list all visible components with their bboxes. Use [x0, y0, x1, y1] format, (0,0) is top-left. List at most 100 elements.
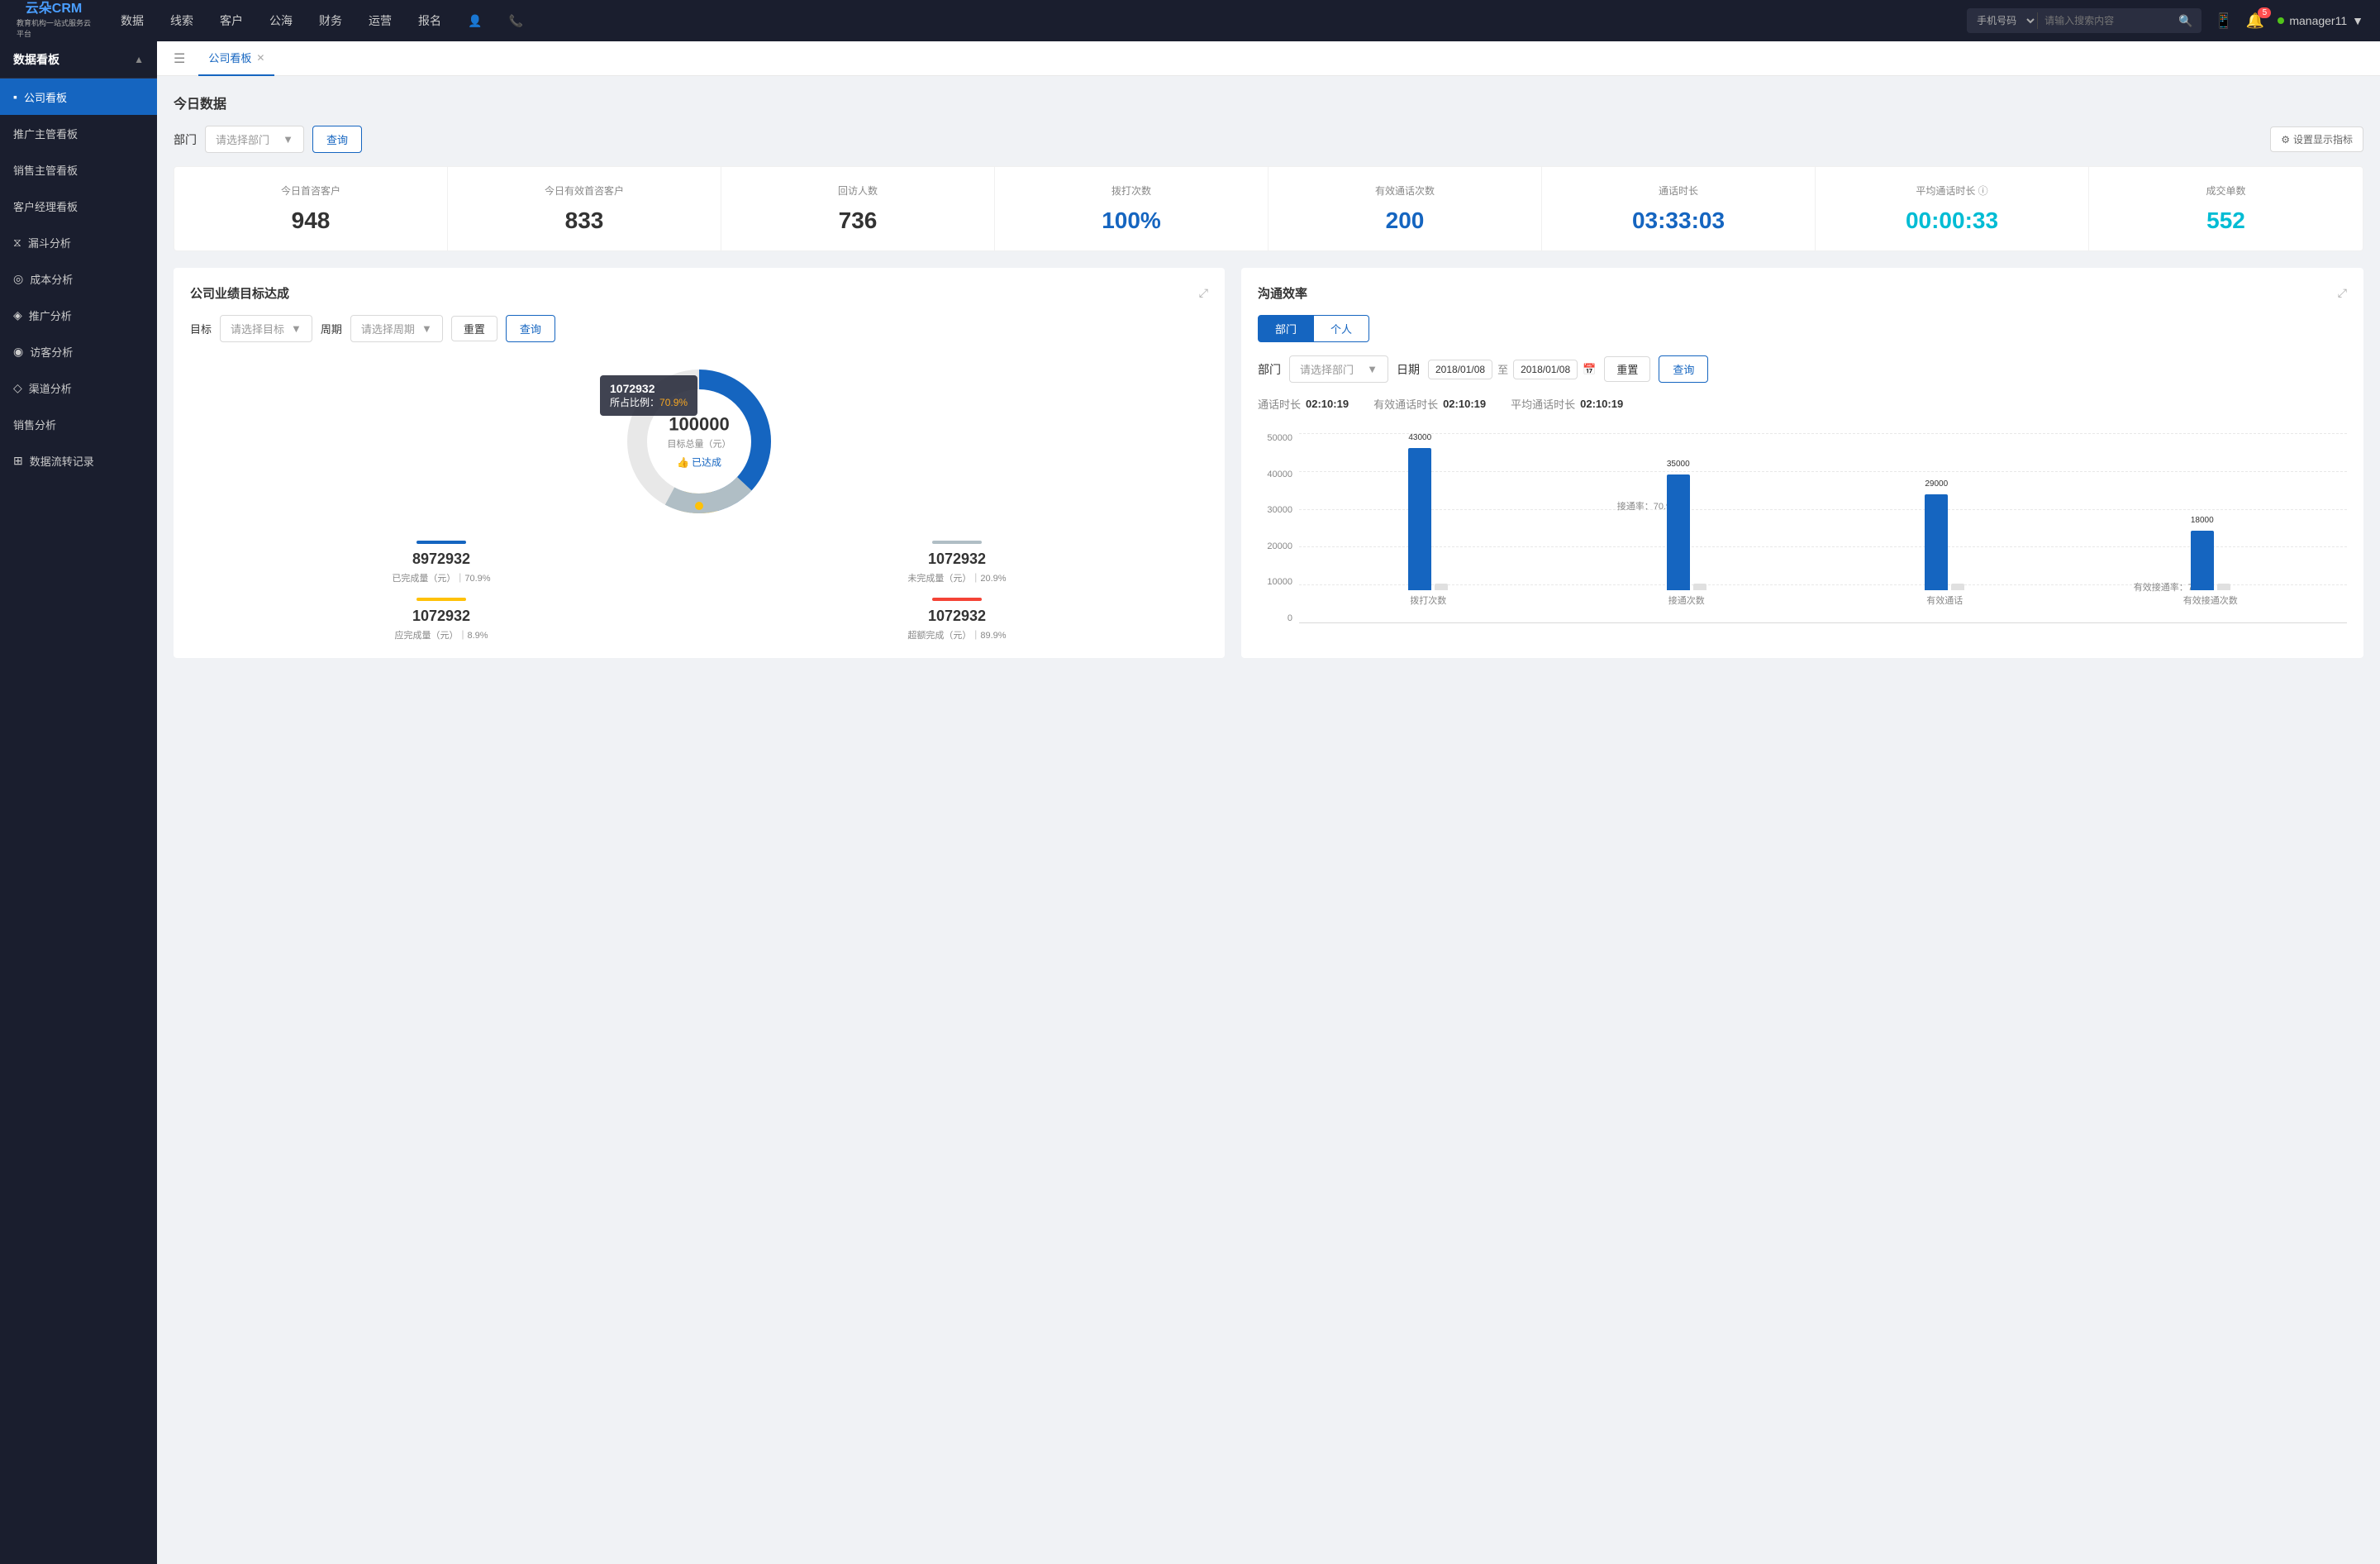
bar-label-35000: 35000	[1667, 460, 1690, 469]
stat-label: 今日首咨客户	[184, 184, 437, 198]
sidebar-item-label: 数据流转记录	[30, 453, 94, 469]
hamburger-icon[interactable]: ☰	[174, 50, 185, 67]
goal-reset-btn[interactable]: 重置	[451, 316, 497, 341]
goal-expand-icon[interactable]: ⤢	[1199, 286, 1208, 300]
stat-bar-uncompleted	[932, 541, 982, 544]
notification-bell[interactable]: 🔔 5	[2246, 12, 2264, 30]
sidebar-item-data-flow[interactable]: ⊞ 数据流转记录	[0, 442, 157, 479]
comm-expand-icon[interactable]: ⤢	[2338, 286, 2347, 300]
visitor-icon: ◉	[13, 345, 23, 359]
bar-pair-effective-connect: 18000	[2191, 531, 2230, 590]
stat-call-duration: 通话时长 03:33:03	[1542, 167, 1816, 250]
stat-label: 回访人数	[731, 184, 984, 198]
stat-bar-completed	[416, 541, 466, 544]
sidebar-item-channel[interactable]: ◇ 渠道分析	[0, 370, 157, 406]
sidebar-item-visitor[interactable]: ◉ 访客分析	[0, 333, 157, 370]
promo-icon: ◈	[13, 308, 22, 322]
sidebar-item-sales-manager[interactable]: 销售主管看板	[0, 151, 157, 188]
sidebar-item-funnel[interactable]: ⧖ 漏斗分析	[0, 224, 157, 260]
dept-label: 部门	[174, 131, 197, 148]
tab-company-board[interactable]: 公司看板 ✕	[198, 41, 274, 76]
comm-dept-select[interactable]: 请选择部门 ▼	[1289, 355, 1388, 383]
bar-group-effective-connect: 有效接通率：70.9% 18000 有效接通次数	[2183, 531, 2238, 607]
user-info[interactable]: manager11 ▼	[2278, 14, 2363, 27]
sidebar-collapse-btn[interactable]: ▲	[134, 54, 144, 65]
y-label-0: 0	[1288, 613, 1292, 623]
stat-value-completed: 8972932	[190, 551, 693, 568]
today-query-btn[interactable]: 查询	[312, 126, 362, 153]
search-bar: 手机号码 🔍	[1967, 8, 2201, 33]
sidebar-item-label: 推广主管看板	[13, 126, 78, 141]
stat-revisit: 回访人数 736	[721, 167, 995, 250]
tab-dept[interactable]: 部门	[1258, 315, 1314, 342]
bar-label-29000: 29000	[1925, 479, 1948, 489]
search-button[interactable]: 🔍	[2170, 8, 2201, 33]
notification-badge: 5	[2258, 7, 2271, 18]
goal-panel-header: 公司业绩目标达成 ⤢	[190, 284, 1208, 302]
stat-value-uncompleted: 1072932	[706, 551, 1208, 568]
logo: 云朵CRM 教育机构一站式服务云平台	[17, 2, 91, 39]
bar-effective-connect-blue: 18000	[2191, 531, 2214, 590]
sidebar-item-customer-manager[interactable]: 客户经理看板	[0, 188, 157, 224]
search-input[interactable]	[2038, 8, 2170, 33]
stat-first-consult: 今日首咨客户 948	[174, 167, 448, 250]
stat-value: 200	[1278, 207, 1531, 234]
date-filter-label: 日期	[1397, 361, 1420, 378]
tablet-icon[interactable]: 📱	[2215, 12, 2233, 30]
nav-operations[interactable]: 运营	[355, 0, 405, 41]
comm-tabs: 部门 个人	[1258, 315, 2347, 342]
summary-talk-label: 通话时长	[1258, 396, 1301, 412]
target-label: 目标	[190, 321, 212, 336]
bar-pair-dial: 43000	[1408, 448, 1448, 590]
calendar-icon[interactable]: 📅	[1583, 363, 1596, 376]
username: manager11	[2289, 14, 2347, 27]
summary-effective: 有效通话时长 02:10:19	[1373, 396, 1486, 412]
nav-public-sea[interactable]: 公海	[256, 0, 306, 41]
date-range: 2018/01/08 至 2018/01/08 📅	[1428, 360, 1596, 379]
goal-stat-over-complete: 1072932 超额完成（元）｜89.9%	[706, 598, 1208, 641]
today-data-title: 今日数据	[174, 93, 2363, 112]
stat-value: 03:33:03	[1552, 207, 1805, 234]
y-axis: 50000 40000 30000 20000 10000 0	[1258, 425, 1299, 640]
nav-enrollment[interactable]: 报名	[405, 0, 455, 41]
sidebar-item-promo[interactable]: ◈ 推广分析	[0, 297, 157, 333]
sidebar-item-sales[interactable]: 销售分析	[0, 406, 157, 442]
date-to[interactable]: 2018/01/08	[1513, 360, 1578, 379]
nav-leads[interactable]: 线索	[157, 0, 207, 41]
nav-data[interactable]: 数据	[107, 0, 157, 41]
stat-deals: 成交单数 552	[2089, 167, 2363, 250]
goal-query-btn[interactable]: 查询	[506, 315, 555, 342]
stat-label: 今日有效首咨客户	[458, 184, 711, 198]
nav-user-icon[interactable]: 👤	[455, 0, 495, 41]
bar-group-label-effective-connect: 有效接通次数	[2183, 594, 2238, 607]
tab-close-icon[interactable]: ✕	[256, 52, 264, 64]
target-select[interactable]: 请选择目标 ▼	[220, 315, 312, 342]
comm-reset-btn[interactable]: 重置	[1604, 356, 1650, 382]
sidebar-item-label: 访客分析	[30, 344, 73, 360]
nav-customers[interactable]: 客户	[207, 0, 256, 41]
donut-center: 100000 目标总量（元） 👍 已达成	[668, 414, 731, 470]
sidebar-item-promo-manager[interactable]: 推广主管看板	[0, 115, 157, 151]
top-navigation: 云朵CRM 教育机构一站式服务云平台 数据 线索 客户 公海 财务 运营 报名 …	[0, 0, 2380, 41]
date-from[interactable]: 2018/01/08	[1428, 360, 1492, 379]
channel-icon: ◇	[13, 381, 22, 395]
nav-phone-icon[interactable]: 📞	[495, 0, 536, 41]
tab-personal[interactable]: 个人	[1314, 315, 1369, 342]
stat-value-over: 1072932	[706, 608, 1208, 625]
dept-select[interactable]: 请选择部门 ▼	[205, 126, 304, 153]
comm-query-btn[interactable]: 查询	[1659, 355, 1708, 383]
goal-panel-title: 公司业绩目标达成	[190, 284, 289, 302]
settings-display-btn[interactable]: ⚙ 设置显示指标	[2270, 126, 2363, 152]
sidebar-item-cost[interactable]: ◎ 成本分析	[0, 260, 157, 297]
logo-sub: 教育机构一站式服务云平台	[17, 17, 91, 39]
bar-group-connect: 接通率：70.9% 35000 接通次数	[1667, 474, 1706, 607]
summary-effective-label: 有效通话时长	[1373, 396, 1438, 412]
search-type-select[interactable]: 手机号码	[1967, 8, 2037, 33]
goal-stat-uncompleted: 1072932 未完成量（元）｜20.9%	[706, 541, 1208, 584]
nav-finance[interactable]: 财务	[306, 0, 355, 41]
sidebar-item-company-board[interactable]: ▪ 公司看板	[0, 79, 157, 115]
stat-value: 736	[731, 207, 984, 234]
stat-label: 平均通话时长 ⓘ	[1825, 184, 2078, 198]
filter-left: 部门 请选择部门 ▼ 查询	[174, 126, 362, 153]
period-select[interactable]: 请选择周期 ▼	[350, 315, 443, 342]
